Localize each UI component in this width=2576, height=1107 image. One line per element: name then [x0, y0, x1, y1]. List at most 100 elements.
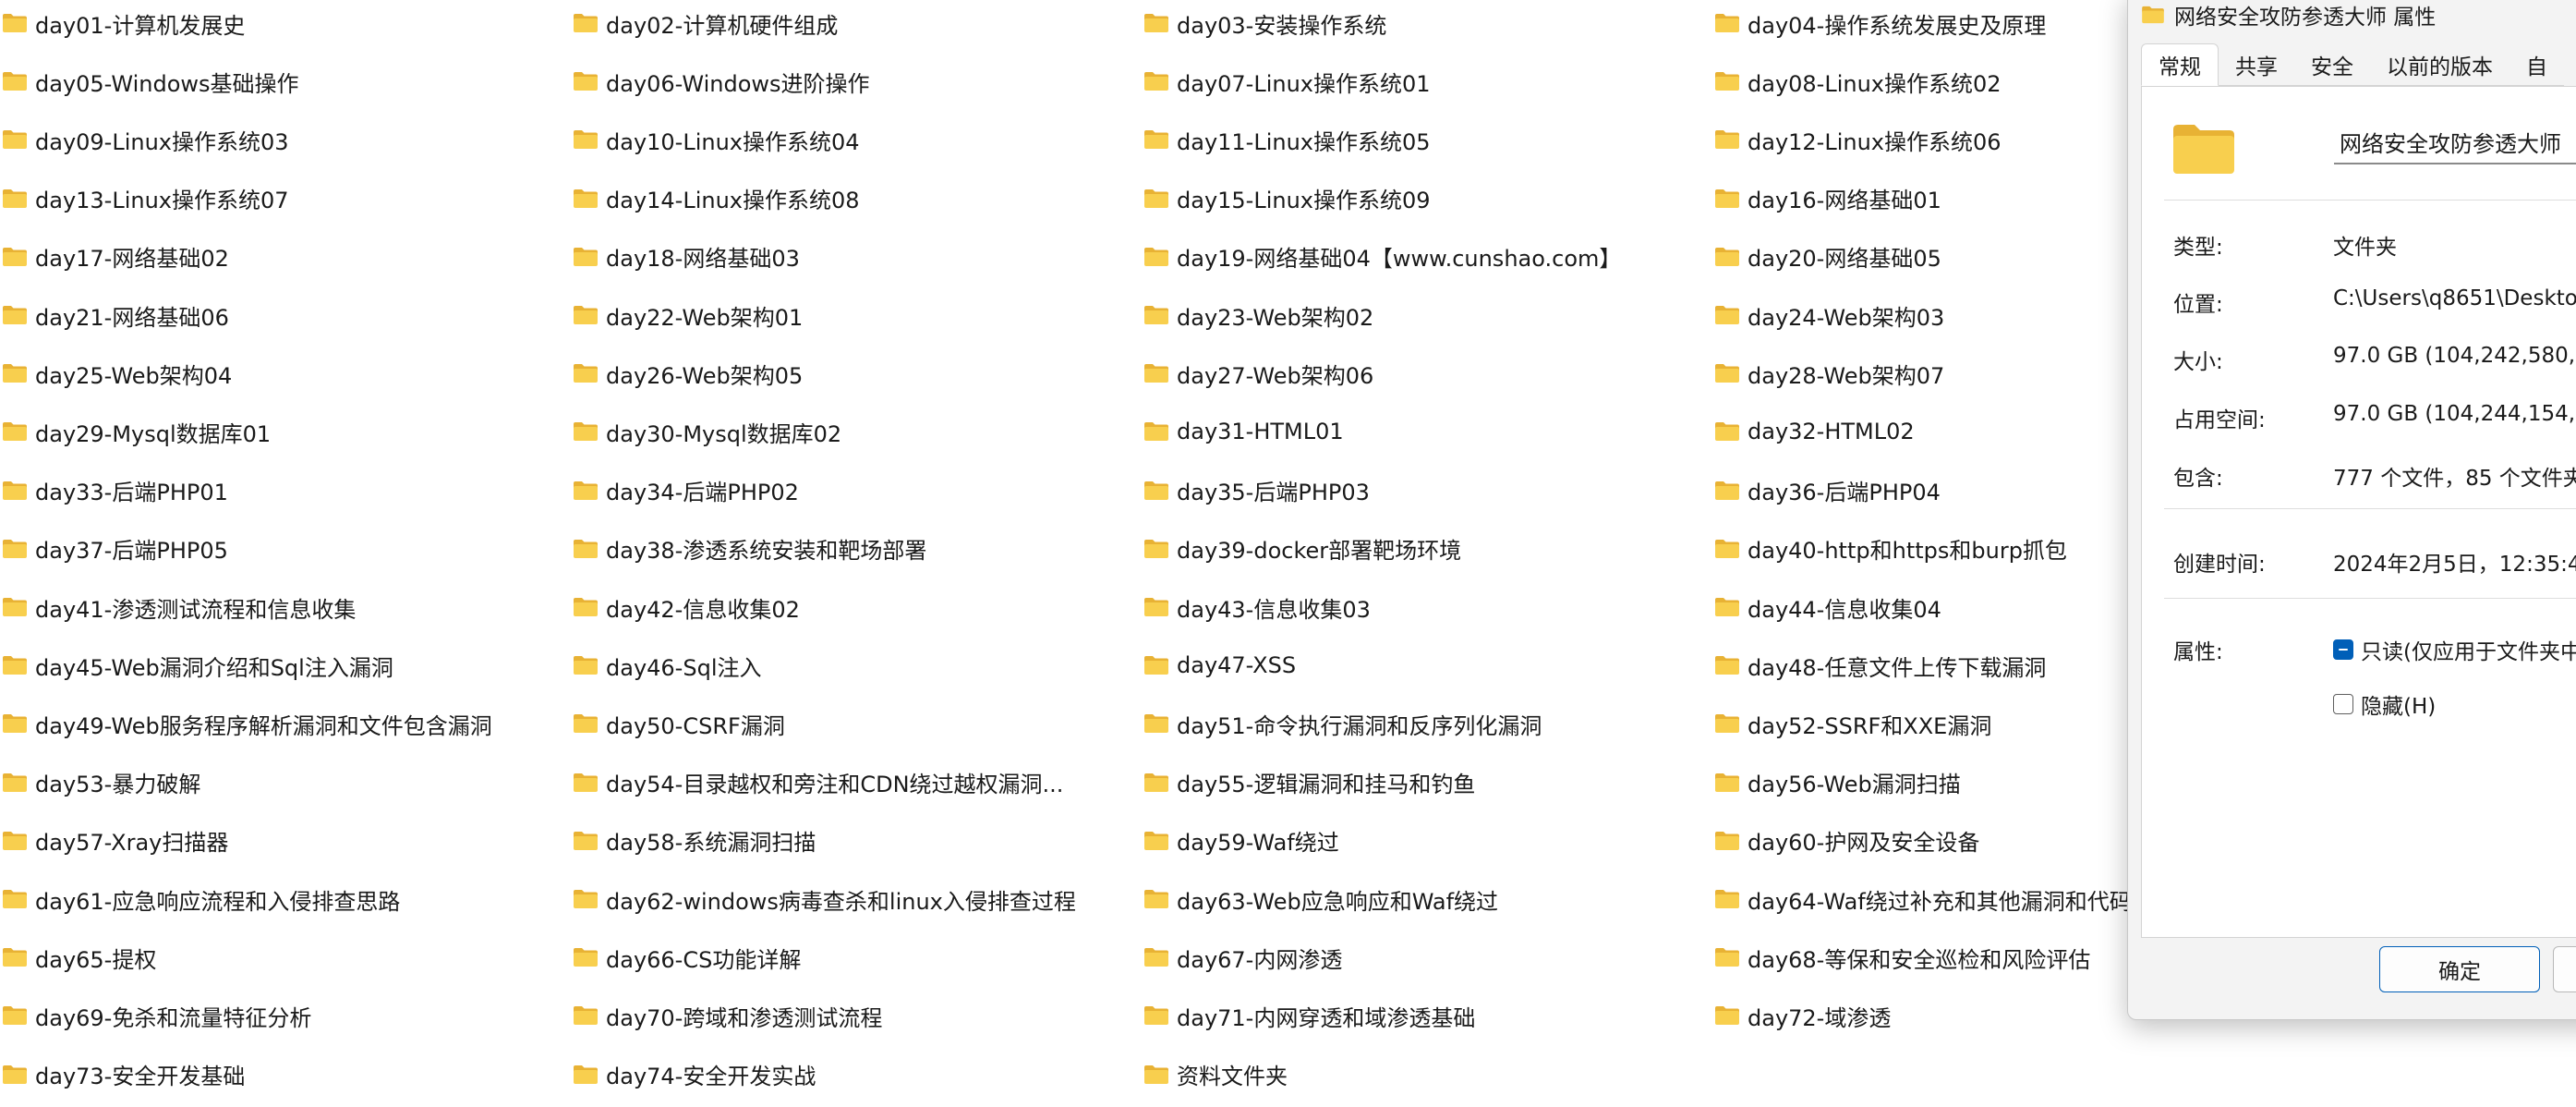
readonly-checkbox-row[interactable]: 只读(仅应用于文件夹中 — [2333, 634, 2576, 665]
folder-item[interactable]: day18-网络基础03 — [573, 234, 800, 280]
folder-item[interactable]: day20-网络基础05 — [1714, 234, 1941, 280]
folder-item[interactable]: day60-护网及安全设备 — [1714, 818, 1979, 864]
folder-item[interactable]: day15-Linux操作系统09 — [1143, 176, 1431, 222]
folder-name-input[interactable] — [2334, 120, 2576, 164]
folder-item[interactable]: day53-暴力破解 — [2, 760, 200, 806]
folder-item[interactable]: day71-内网穿透和域渗透基础 — [1143, 992, 1475, 1039]
tab-previous-versions[interactable]: 以前的版本 — [2370, 44, 2509, 86]
folder-icon — [1143, 363, 1169, 383]
folder-icon — [2, 772, 28, 793]
folder-name: day42-信息收集02 — [606, 596, 800, 623]
folder-icon — [573, 831, 599, 851]
cancel-button[interactable] — [2553, 946, 2576, 992]
folder-item[interactable]: day72-域渗透 — [1714, 992, 1891, 1039]
folder-icon — [1143, 597, 1169, 617]
folder-item[interactable]: day19-网络基础04【www.cunshao.com】 — [1143, 234, 1621, 280]
folder-item[interactable]: day01-计算机发展史 — [2, 0, 245, 46]
folder-item[interactable]: day02-计算机硬件组成 — [573, 0, 838, 46]
folder-item[interactable]: day39-docker部署靶场环境 — [1143, 526, 1461, 572]
folder-item[interactable]: day38-渗透系统安装和靶场部署 — [573, 526, 926, 572]
folder-item[interactable]: day55-逻辑漏洞和挂马和钓鱼 — [1143, 760, 1475, 806]
folder-item[interactable]: day64-Waf绕过补充和其他漏洞和代码 — [1714, 876, 2132, 922]
tab-general[interactable]: 常规 — [2141, 43, 2219, 86]
folder-item[interactable]: day06-Windows进阶操作 — [573, 58, 870, 104]
folder-item[interactable]: day62-windows病毒查杀和linux入侵排查过程 — [573, 876, 1076, 922]
dialog-titlebar[interactable]: 网络安全攻防参透大师 属性 — [2128, 1, 2576, 30]
folder-icon — [1714, 772, 1740, 793]
folder-item[interactable]: day51-命令执行漏洞和反序列化漏洞 — [1143, 700, 1542, 747]
folder-item[interactable]: day69-免杀和流量特征分析 — [2, 992, 311, 1039]
folder-item[interactable]: day27-Web架构06 — [1143, 350, 1373, 396]
folder-item[interactable]: day45-Web漏洞介绍和Sql注入漏洞 — [2, 642, 393, 688]
folder-item[interactable]: day37-后端PHP05 — [2, 526, 228, 572]
folder-item[interactable]: day08-Linux操作系统02 — [1714, 58, 2002, 104]
folder-name: day34-后端PHP02 — [606, 480, 799, 506]
tab-sharing[interactable]: 共享 — [2219, 44, 2294, 86]
folder-item[interactable]: day33-后端PHP01 — [2, 468, 228, 514]
folder-item[interactable]: day70-跨域和渗透测试流程 — [573, 992, 882, 1039]
folder-icon — [1714, 305, 1740, 325]
folder-item[interactable]: day67-内网渗透 — [1143, 934, 1342, 980]
folder-item[interactable]: day63-Web应急响应和Waf绕过 — [1143, 876, 1498, 922]
folder-item[interactable]: day04-操作系统发展史及原理 — [1714, 0, 2046, 46]
folder-item[interactable]: day50-CSRF漏洞 — [573, 700, 785, 747]
folder-item[interactable]: day42-信息收集02 — [573, 584, 800, 630]
folder-item[interactable]: day56-Web漏洞扫描 — [1714, 760, 1961, 806]
folder-item[interactable]: day26-Web架构05 — [573, 350, 803, 396]
folder-item[interactable]: day32-HTML02 — [1714, 408, 1915, 455]
folder-item[interactable]: day36-后端PHP04 — [1714, 468, 1941, 514]
folder-item[interactable]: day74-安全开发实战 — [573, 1052, 816, 1098]
folder-name: day20-网络基础05 — [1748, 246, 1941, 273]
folder-item[interactable]: day49-Web服务程序解析漏洞和文件包含漏洞 — [2, 700, 492, 747]
folder-item[interactable]: day47-XSS — [1143, 642, 1296, 688]
folder-item[interactable]: day28-Web架构07 — [1714, 350, 1944, 396]
folder-item[interactable]: day14-Linux操作系统08 — [573, 176, 860, 222]
folder-item[interactable]: day59-Waf绕过 — [1143, 818, 1339, 864]
folder-item[interactable]: day31-HTML01 — [1143, 408, 1344, 455]
folder-item[interactable]: day29-Mysql数据库01 — [2, 408, 271, 455]
dialog-title: 网络安全攻防参透大师 属性 — [2174, 6, 2437, 30]
folder-item[interactable]: day12-Linux操作系统06 — [1714, 116, 2002, 163]
folder-item[interactable]: day24-Web架构03 — [1714, 292, 1944, 338]
folder-item[interactable]: day54-目录越权和旁注和CDN绕过越权漏洞... — [573, 760, 1063, 806]
ok-button[interactable]: 确定 — [2379, 946, 2540, 992]
folder-item[interactable]: day23-Web架构02 — [1143, 292, 1373, 338]
folder-item[interactable]: day40-http和https和burp抓包 — [1714, 526, 2067, 572]
readonly-checkbox[interactable] — [2333, 639, 2353, 660]
folder-item[interactable]: day48-任意文件上传下载漏洞 — [1714, 642, 2046, 688]
folder-item[interactable]: day35-后端PHP03 — [1143, 468, 1370, 514]
folder-item[interactable]: day11-Linux操作系统05 — [1143, 116, 1431, 163]
folder-item[interactable]: day57-Xray扫描器 — [2, 818, 228, 864]
tab-security[interactable]: 安全 — [2294, 44, 2370, 86]
folder-item[interactable]: day58-系统漏洞扫描 — [573, 818, 816, 864]
tab-customize[interactable]: 自 — [2509, 44, 2564, 86]
folder-item[interactable]: 资料文件夹 — [1143, 1052, 1288, 1098]
folder-item[interactable]: day44-信息收集04 — [1714, 584, 1941, 630]
folder-item[interactable]: day52-SSRF和XXE漏洞 — [1714, 700, 1991, 747]
folder-item[interactable]: day25-Web架构04 — [2, 350, 232, 396]
folder-item[interactable]: day16-网络基础01 — [1714, 176, 1941, 222]
folder-item[interactable]: day65-提权 — [2, 934, 156, 980]
folder-name: day41-渗透测试流程和信息收集 — [35, 596, 357, 623]
folder-item[interactable]: day03-安装操作系统 — [1143, 0, 1386, 46]
folder-item[interactable]: day05-Windows基础操作 — [2, 58, 299, 104]
folder-item[interactable]: day68-等保和安全巡检和风险评估 — [1714, 934, 2090, 980]
folder-item[interactable]: day13-Linux操作系统07 — [2, 176, 289, 222]
folder-item[interactable]: day30-Mysql数据库02 — [573, 408, 841, 455]
folder-item[interactable]: day07-Linux操作系统01 — [1143, 58, 1431, 104]
folder-item[interactable]: day22-Web架构01 — [573, 292, 803, 338]
hidden-checkbox[interactable] — [2333, 694, 2353, 714]
folder-item[interactable]: day10-Linux操作系统04 — [573, 116, 860, 163]
folder-item[interactable]: day66-CS功能详解 — [573, 934, 801, 980]
folder-item[interactable]: day61-应急响应流程和入侵排查思路 — [2, 876, 400, 922]
folder-name: day50-CSRF漏洞 — [606, 712, 785, 739]
folder-item[interactable]: day41-渗透测试流程和信息收集 — [2, 584, 356, 630]
folder-item[interactable]: day17-网络基础02 — [2, 234, 229, 280]
folder-item[interactable]: day73-安全开发基础 — [2, 1052, 245, 1098]
folder-item[interactable]: day34-后端PHP02 — [573, 468, 799, 514]
folder-item[interactable]: day46-Sql注入 — [573, 642, 761, 688]
folder-item[interactable]: day09-Linux操作系统03 — [2, 116, 289, 163]
folder-item[interactable]: day43-信息收集03 — [1143, 584, 1371, 630]
hidden-checkbox-row[interactable]: 隐藏(H) — [2333, 688, 2436, 720]
folder-item[interactable]: day21-网络基础06 — [2, 292, 229, 338]
